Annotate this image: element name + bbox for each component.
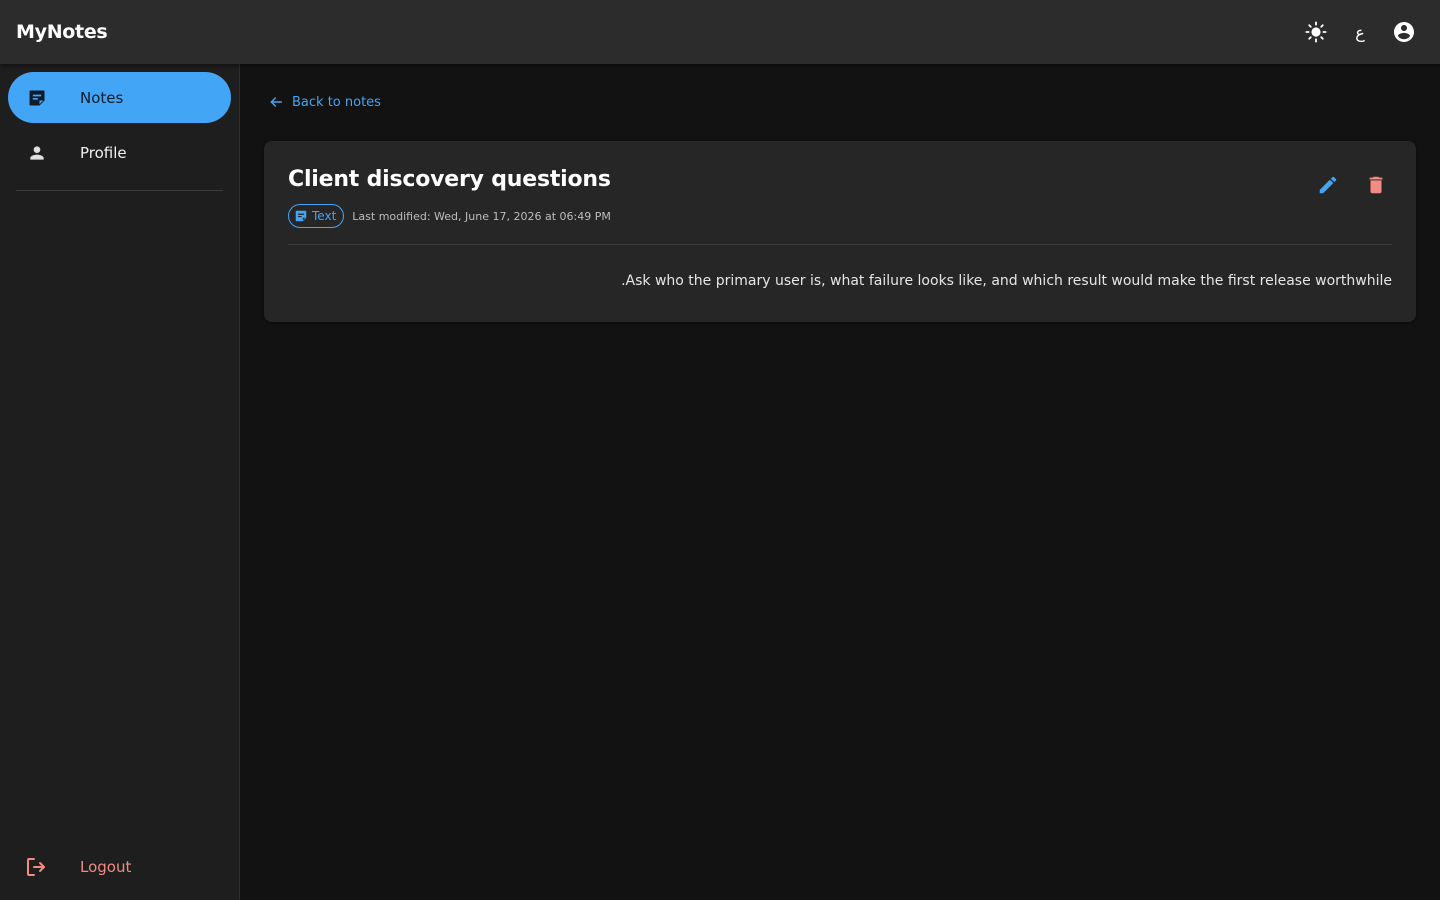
sticky-note-icon	[295, 210, 307, 222]
logout-icon	[27, 858, 45, 876]
sidebar-item-profile[interactable]: Profile	[8, 127, 231, 178]
note-body: .Ask who the primary user is, what failu…	[621, 273, 1392, 289]
account-circle-icon	[1394, 22, 1414, 42]
arrow-left-icon	[270, 97, 283, 107]
language-glyph: ع	[1355, 22, 1365, 42]
account-button[interactable]	[1384, 12, 1424, 52]
sidebar: Notes Profile Logout	[0, 64, 240, 900]
note-actions	[1300, 165, 1396, 205]
language-button[interactable]: ع	[1340, 12, 1380, 52]
edit-note-button[interactable]	[1308, 165, 1348, 205]
note-type-label: Text	[312, 209, 337, 223]
logout-label: Logout	[80, 858, 132, 876]
sticky-note-icon	[29, 90, 45, 105]
back-to-notes-link[interactable]: Back to notes	[268, 94, 381, 110]
person-icon	[30, 145, 44, 160]
note-meta: Text Last modified: Wed, June 17, 2026 a…	[288, 204, 611, 228]
note-title: Client discovery questions	[288, 167, 611, 192]
app-bar: MyNotes ع	[0, 0, 1440, 64]
pencil-icon	[1319, 176, 1337, 194]
sidebar-item-label: Profile	[80, 143, 127, 162]
main-content: Back to notes Client discovery questions…	[240, 64, 1440, 900]
sidebar-divider	[16, 190, 223, 191]
logout-button[interactable]: Logout	[8, 842, 231, 892]
app-bar-actions: ع	[1292, 12, 1424, 52]
card-divider	[288, 244, 1392, 245]
sun-icon	[1305, 21, 1327, 43]
delete-note-button[interactable]	[1356, 165, 1396, 205]
last-modified-text: Last modified: Wed, June 17, 2026 at 06:…	[352, 209, 611, 223]
sidebar-item-notes[interactable]: Notes	[8, 72, 231, 123]
trash-icon	[1369, 176, 1383, 194]
note-card: Client discovery questions Text Last mod…	[264, 141, 1416, 322]
theme-toggle-button[interactable]	[1296, 12, 1336, 52]
sidebar-item-label: Notes	[80, 88, 124, 107]
note-type-chip: Text	[288, 204, 345, 228]
back-link-label: Back to notes	[292, 94, 381, 110]
app-brand[interactable]: MyNotes	[16, 21, 108, 43]
